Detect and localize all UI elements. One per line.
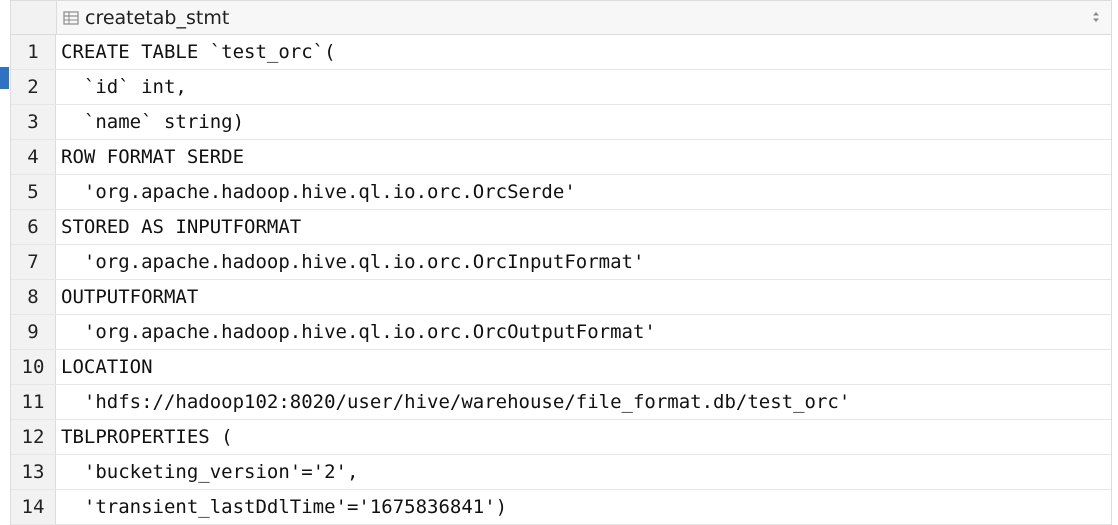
- table-column-icon: [63, 10, 79, 25]
- row-number: 12: [11, 420, 56, 454]
- statement-cell[interactable]: ROW FORMAT SERDE: [56, 140, 1111, 174]
- statement-cell[interactable]: 'org.apache.hadoop.hive.ql.io.orc.OrcOut…: [56, 315, 1111, 349]
- table-row[interactable]: 9 'org.apache.hadoop.hive.ql.io.orc.OrcO…: [11, 315, 1111, 350]
- column-header-label: createtab_stmt: [85, 6, 230, 29]
- row-number: 1: [11, 35, 56, 69]
- row-number: 7: [11, 245, 56, 279]
- table-row[interactable]: 6 STORED AS INPUTFORMAT: [11, 210, 1111, 245]
- row-number: 6: [11, 210, 56, 244]
- table-row[interactable]: 11 'hdfs://hadoop102:8020/user/hive/ware…: [11, 385, 1111, 420]
- table-row[interactable]: 1 CREATE TABLE `test_orc`(: [11, 35, 1111, 70]
- table-row[interactable]: 4 ROW FORMAT SERDE: [11, 140, 1111, 175]
- statement-cell[interactable]: `id` int,: [56, 70, 1111, 104]
- statement-cell[interactable]: CREATE TABLE `test_orc`(: [56, 35, 1111, 69]
- table-row[interactable]: 10 LOCATION: [11, 350, 1111, 385]
- row-number: 5: [11, 175, 56, 209]
- table-row[interactable]: 7 'org.apache.hadoop.hive.ql.io.orc.OrcI…: [11, 245, 1111, 280]
- statement-cell[interactable]: `name` string): [56, 105, 1111, 139]
- statement-cell[interactable]: 'bucketing_version'='2',: [56, 455, 1111, 489]
- statement-cell[interactable]: LOCATION: [56, 350, 1111, 384]
- row-number: 4: [11, 140, 56, 174]
- result-grid: createtab_stmt 1 CREATE TABLE `test_orc`(…: [10, 0, 1112, 525]
- table-row[interactable]: 13 'bucketing_version'='2',: [11, 455, 1111, 490]
- statement-cell[interactable]: 'transient_lastDdlTime'='1675836841'): [56, 490, 1111, 524]
- row-number: 11: [11, 385, 56, 419]
- row-number: 10: [11, 350, 56, 384]
- table-row[interactable]: 5 'org.apache.hadoop.hive.ql.io.orc.OrcS…: [11, 175, 1111, 210]
- statement-cell[interactable]: STORED AS INPUTFORMAT: [56, 210, 1111, 244]
- statement-cell[interactable]: 'hdfs://hadoop102:8020/user/hive/warehou…: [56, 385, 1111, 419]
- table-row[interactable]: 2 `id` int,: [11, 70, 1111, 105]
- row-number: 2: [11, 70, 56, 104]
- current-row-marker: [0, 67, 9, 89]
- statement-cell[interactable]: 'org.apache.hadoop.hive.ql.io.orc.OrcSer…: [56, 175, 1111, 209]
- row-number: 13: [11, 455, 56, 489]
- row-number: 3: [11, 105, 56, 139]
- table-row[interactable]: 12 TBLPROPERTIES (: [11, 420, 1111, 455]
- table-row[interactable]: 14 'transient_lastDdlTime'='1675836841'): [11, 490, 1111, 525]
- row-number: 14: [11, 490, 56, 524]
- statement-cell[interactable]: TBLPROPERTIES (: [56, 420, 1111, 454]
- row-number: 8: [11, 280, 56, 314]
- table-row[interactable]: 8 OUTPUTFORMAT: [11, 280, 1111, 315]
- row-number-header: [11, 1, 57, 34]
- column-header-createtab-stmt[interactable]: createtab_stmt: [57, 1, 1111, 34]
- statement-cell[interactable]: 'org.apache.hadoop.hive.ql.io.orc.OrcInp…: [56, 245, 1111, 279]
- row-number: 9: [11, 315, 56, 349]
- sort-toggle-icon[interactable]: [1091, 10, 1101, 24]
- table-row[interactable]: 3 `name` string): [11, 105, 1111, 140]
- grid-header: createtab_stmt: [11, 0, 1111, 35]
- statement-cell[interactable]: OUTPUTFORMAT: [56, 280, 1111, 314]
